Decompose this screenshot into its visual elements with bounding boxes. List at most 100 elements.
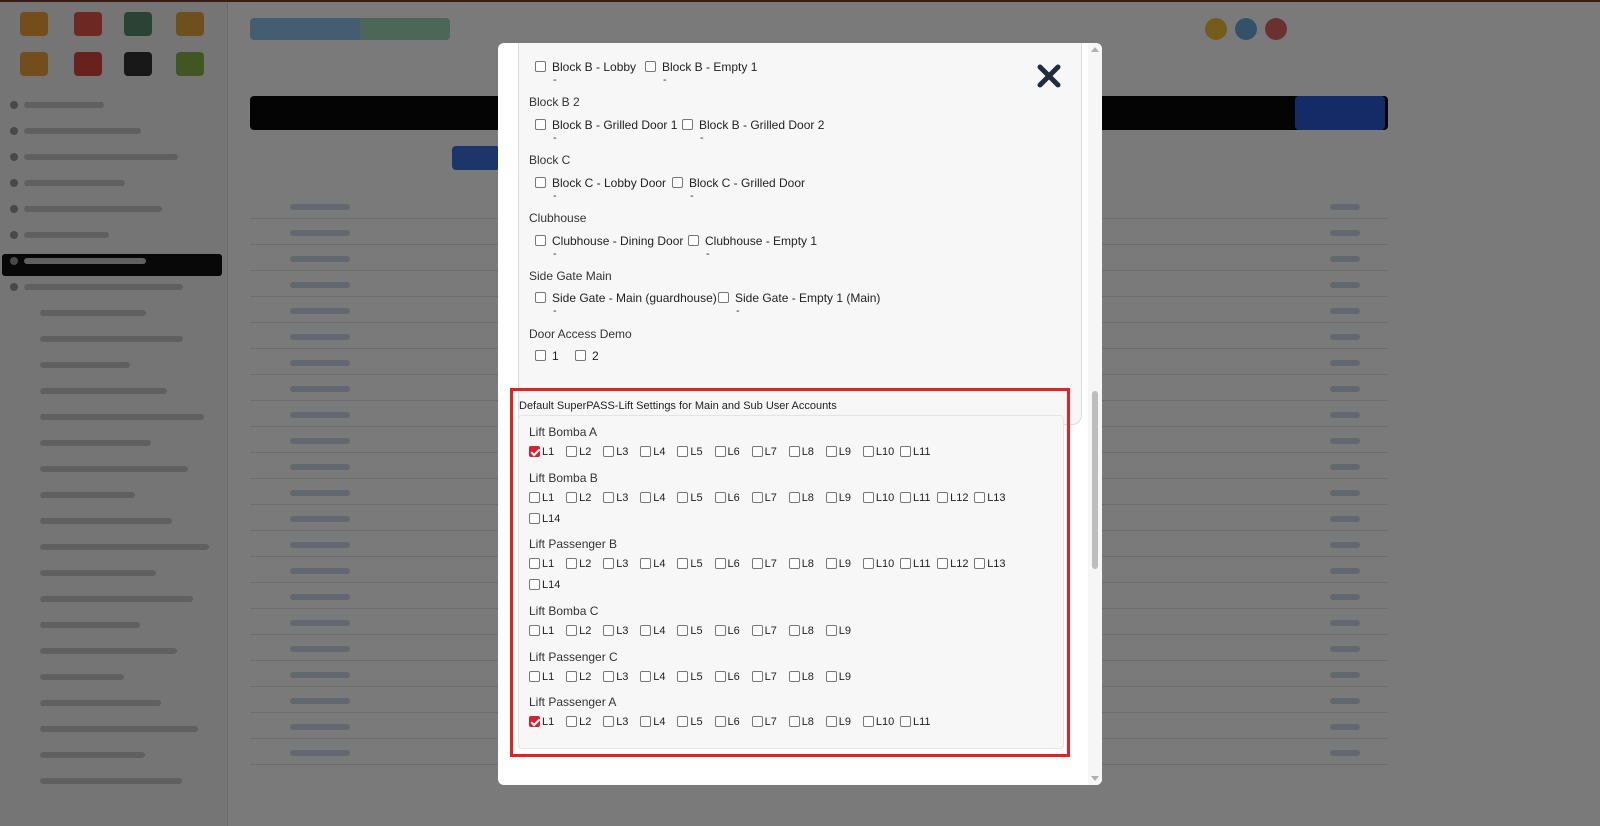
level-checkbox[interactable]	[751, 492, 763, 504]
level-checkbox[interactable]	[529, 492, 540, 504]
lift-level-checkbox[interactable]: L7	[751, 623, 777, 637]
scroll-down-arrow-icon[interactable]	[1091, 776, 1099, 781]
door-checkbox-item[interactable]: Block B - Empty 1-	[645, 59, 757, 86]
level-checkbox[interactable]	[566, 671, 578, 683]
level-checkbox[interactable]	[566, 716, 578, 728]
lift-level-checkbox[interactable]: L11	[900, 490, 931, 504]
level-checkbox[interactable]	[974, 558, 986, 570]
door-checkbox[interactable]	[535, 177, 546, 189]
level-checkbox[interactable]	[751, 446, 763, 458]
level-checkbox[interactable]	[900, 558, 911, 570]
lift-level-checkbox[interactable]: L1	[529, 556, 554, 570]
lift-level-checkbox[interactable]: L5	[677, 669, 703, 683]
door-checkbox-item[interactable]: Block B - Lobby -	[535, 59, 636, 86]
level-checkbox[interactable]	[788, 625, 800, 637]
level-checkbox[interactable]	[714, 558, 726, 570]
lift-level-checkbox[interactable]: L1	[529, 444, 554, 458]
lift-level-checkbox[interactable]: L3	[603, 490, 628, 504]
level-checkbox[interactable]	[788, 671, 800, 683]
lift-level-checkbox[interactable]: L6	[714, 623, 740, 637]
level-checkbox[interactable]	[566, 446, 578, 458]
level-checkbox[interactable]	[825, 716, 837, 728]
door-checkbox-item[interactable]: Clubhouse - Empty 1-	[688, 233, 817, 260]
door-checkbox[interactable]	[688, 235, 699, 247]
level-checkbox[interactable]	[788, 492, 800, 504]
lift-level-checkbox[interactable]: L7	[751, 490, 777, 504]
door-checkbox-item[interactable]: Clubhouse - Dining Door -	[535, 233, 683, 260]
level-checkbox[interactable]	[974, 492, 986, 504]
level-checkbox[interactable]	[788, 558, 800, 570]
level-checkbox[interactable]	[937, 492, 949, 504]
level-checkbox[interactable]	[603, 625, 615, 637]
lift-level-checkbox[interactable]: L3	[603, 444, 628, 458]
level-checkbox[interactable]	[603, 446, 615, 458]
lift-level-checkbox[interactable]: L8	[788, 669, 814, 683]
lift-level-checkbox[interactable]: L5	[677, 556, 703, 570]
level-checkbox[interactable]	[825, 625, 837, 637]
level-checkbox[interactable]	[862, 716, 874, 728]
door-checkbox[interactable]	[682, 119, 693, 131]
lift-level-checkbox[interactable]: L9	[825, 490, 851, 504]
door-checkbox[interactable]	[535, 61, 546, 73]
lift-level-checkbox[interactable]: L4	[640, 444, 666, 458]
level-checkbox[interactable]	[566, 625, 578, 637]
door-checkbox-item[interactable]: Block B - Grilled Door 1-	[535, 117, 677, 144]
level-checkbox[interactable]	[862, 558, 874, 570]
level-checkbox[interactable]	[937, 558, 949, 570]
level-checkbox[interactable]	[640, 625, 652, 637]
level-checkbox[interactable]	[825, 558, 837, 570]
lift-level-checkbox[interactable]: L10	[862, 714, 894, 728]
level-checkbox[interactable]	[862, 492, 874, 504]
level-checkbox[interactable]	[900, 492, 911, 504]
door-checkbox[interactable]	[535, 235, 546, 247]
lift-level-checkbox[interactable]: L9	[825, 623, 851, 637]
lift-level-checkbox[interactable]: L1	[529, 623, 554, 637]
lift-level-checkbox[interactable]: L7	[751, 714, 777, 728]
lift-level-checkbox[interactable]: L5	[677, 490, 703, 504]
lift-level-checkbox[interactable]: L10	[862, 444, 894, 458]
lift-level-checkbox[interactable]: L6	[714, 556, 740, 570]
lift-level-checkbox[interactable]: L5	[677, 444, 703, 458]
lift-level-checkbox[interactable]: L2	[566, 444, 591, 458]
level-checkbox[interactable]	[751, 558, 763, 570]
level-checkbox[interactable]	[603, 716, 615, 728]
lift-level-checkbox[interactable]: L11	[900, 556, 931, 570]
lift-level-checkbox[interactable]: L8	[788, 490, 814, 504]
level-checkbox[interactable]	[751, 671, 763, 683]
level-checkbox[interactable]	[788, 446, 800, 458]
lift-level-checkbox[interactable]: L9	[825, 444, 851, 458]
lift-level-checkbox[interactable]: L3	[603, 556, 628, 570]
modal-scrollbar[interactable]	[1088, 43, 1102, 785]
door-checkbox[interactable]	[645, 61, 656, 73]
level-checkbox[interactable]	[751, 716, 763, 728]
lift-level-checkbox[interactable]: L1	[529, 714, 554, 728]
lift-level-checkbox[interactable]: L7	[751, 556, 777, 570]
level-checkbox[interactable]	[714, 492, 726, 504]
close-button[interactable]	[1036, 63, 1062, 89]
level-checkbox[interactable]	[529, 558, 540, 570]
level-checkbox[interactable]	[640, 558, 652, 570]
lift-level-checkbox[interactable]: L10	[862, 556, 894, 570]
lift-level-checkbox[interactable]: L4	[640, 490, 666, 504]
lift-level-checkbox[interactable]: L11	[900, 714, 931, 728]
lift-level-checkbox[interactable]: L13	[974, 556, 1006, 570]
lift-level-checkbox[interactable]: L2	[566, 556, 591, 570]
level-checkbox[interactable]	[714, 446, 726, 458]
level-checkbox[interactable]	[640, 492, 652, 504]
lift-level-checkbox[interactable]: L2	[566, 669, 591, 683]
lift-level-checkbox[interactable]: L10	[862, 490, 894, 504]
lift-level-checkbox[interactable]: L2	[566, 714, 591, 728]
door-checkbox[interactable]	[575, 350, 586, 362]
level-checkbox[interactable]	[714, 716, 726, 728]
level-checkbox[interactable]	[677, 716, 689, 728]
lift-level-checkbox[interactable]: L3	[603, 623, 628, 637]
level-checkbox[interactable]	[640, 671, 652, 683]
lift-level-checkbox[interactable]: L4	[640, 556, 666, 570]
level-checkbox[interactable]	[529, 513, 540, 525]
door-checkbox[interactable]	[535, 292, 546, 304]
lift-level-checkbox[interactable]: L11	[900, 444, 931, 458]
door-checkbox[interactable]	[672, 177, 683, 189]
lift-level-checkbox[interactable]: L6	[714, 669, 740, 683]
level-checkbox[interactable]	[566, 492, 578, 504]
lift-level-checkbox[interactable]: L7	[751, 444, 777, 458]
